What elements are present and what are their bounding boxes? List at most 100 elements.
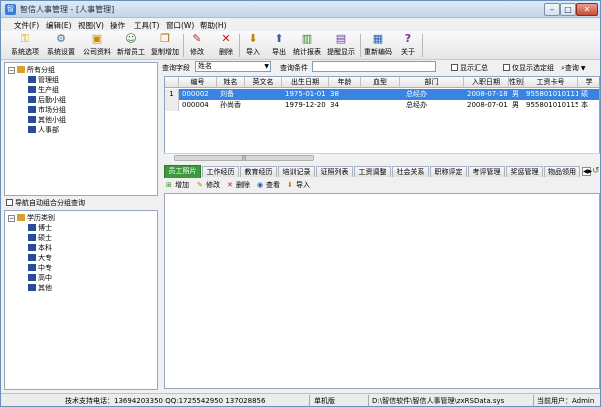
table-cell[interactable]: 硕 — [580, 89, 599, 100]
table-cell[interactable] — [247, 89, 282, 100]
grid-header-age[interactable]: 年龄 — [329, 77, 361, 88]
table-cell[interactable]: 1979-12-20 — [284, 100, 329, 111]
toolbar-delete-button[interactable]: ✕ 删除 — [214, 32, 238, 59]
table-cell[interactable]: 男 — [511, 89, 524, 100]
toolbar-system-options-button[interactable]: ⚿ 系统选项 — [9, 32, 41, 59]
grid-header-blood-type[interactable]: 血型 — [361, 77, 400, 88]
table-cell[interactable]: 000004 — [181, 100, 217, 111]
toolbar-company-info-button[interactable]: ▣ 公司资料 — [81, 32, 113, 59]
tree-item-education[interactable]: 硕士 — [28, 233, 52, 243]
table-cell[interactable]: 孙尚香 — [219, 100, 245, 111]
tabs-scroll-button[interactable]: ◀▶ — [582, 167, 592, 176]
show-summary-toggle[interactable]: 显示汇总 — [449, 63, 488, 73]
tree-item-group[interactable]: 市场分组 — [28, 105, 66, 115]
detail-delete-button[interactable]: ✕ 删除 — [227, 180, 250, 190]
toolbar-add-employee-button[interactable]: ☺ 新增员工 — [115, 32, 147, 59]
row-indicator[interactable]: 1 — [165, 89, 179, 100]
auto-group-checkbox[interactable] — [6, 199, 13, 206]
grid-header-gender[interactable]: 性别 — [509, 77, 524, 88]
toolbar-copy-add-button[interactable]: ❐ 复制增加 — [149, 32, 181, 59]
toolbar-import-button[interactable]: ⬇ 导入 — [241, 32, 265, 59]
tree-item-education[interactable]: 中专 — [28, 263, 52, 273]
tree-item-education[interactable]: 博士 — [28, 223, 52, 233]
table-cell[interactable]: 2008-07-01 — [466, 100, 509, 111]
tree-item-education[interactable]: 大专 — [28, 253, 52, 263]
table-cell[interactable] — [363, 89, 400, 100]
tab-title-evaluation[interactable]: 职称评定 — [430, 166, 467, 177]
tree-root-education[interactable]: − 学历类别 — [8, 213, 55, 223]
tab-training[interactable]: 培训记录 — [278, 166, 315, 177]
detail-view-button[interactable]: ◉ 查看 — [257, 180, 280, 190]
minimize-button[interactable]: – — [544, 3, 560, 16]
query-field-select[interactable]: 姓名 ▼ — [195, 61, 271, 72]
detail-import-button[interactable]: ⬇ 导入 — [287, 180, 310, 190]
table-cell[interactable]: 1975-01-01 — [284, 89, 329, 100]
grid-header-department[interactable]: 部门 — [400, 77, 464, 88]
menu-view[interactable]: 视图(V) — [78, 20, 104, 31]
grid-header-education[interactable]: 学 — [578, 77, 599, 88]
tab-social-relations[interactable]: 社会关系 — [392, 166, 429, 177]
query-button[interactable]: ⌕查询 ▼ — [561, 63, 585, 73]
refresh-icon[interactable]: ↺ — [592, 166, 600, 176]
scrollbar-thumb[interactable]: ||| — [174, 155, 314, 161]
grid-header-salary-card[interactable]: 工资卡号 — [524, 77, 578, 88]
grid-header-birth-date[interactable]: 出生日期 — [282, 77, 329, 88]
tab-rewards[interactable]: 奖惩管理 — [506, 166, 543, 177]
query-condition-input[interactable] — [312, 61, 436, 72]
toolbar-recode-button[interactable]: ▦ 重新编码 — [362, 32, 394, 59]
menu-edit[interactable]: 编辑(E) — [46, 20, 72, 31]
menu-file[interactable]: 文件(F) — [14, 20, 39, 31]
menu-window[interactable]: 窗口(W) — [166, 20, 194, 31]
tree-item-group[interactable]: 人事部 — [28, 125, 59, 135]
only-selected-group-toggle[interactable]: 仅显示选定组 — [501, 63, 554, 73]
collapse-icon[interactable]: − — [8, 215, 15, 222]
grid-horizontal-scrollbar[interactable]: ||| — [164, 153, 600, 162]
tab-certificates[interactable]: 证照列表 — [316, 166, 353, 177]
toolbar-system-settings-button[interactable]: ⚙ 系统设置 — [45, 32, 77, 59]
tab-salary-adjust[interactable]: 工资调整 — [354, 166, 391, 177]
grid-header-hire-date[interactable]: 入职日期 — [464, 77, 509, 88]
menu-operate[interactable]: 操作 — [110, 20, 125, 31]
table-cell[interactable] — [247, 100, 282, 111]
auto-group-query-toggle[interactable]: 导航自动组合分组查询 — [4, 198, 158, 209]
table-cell[interactable]: 34 — [329, 100, 361, 111]
table-cell[interactable]: 955801010115 — [525, 100, 578, 111]
tree-item-group[interactable]: 生产组 — [28, 85, 59, 95]
collapse-icon[interactable]: − — [8, 67, 15, 74]
row-indicator[interactable] — [165, 100, 179, 111]
table-cell[interactable] — [363, 100, 400, 111]
table-cell[interactable]: 本 — [580, 100, 599, 111]
toolbar-edit-button[interactable]: ✎ 修改 — [185, 32, 209, 59]
table-cell[interactable]: 38 — [329, 89, 361, 100]
detail-edit-button[interactable]: ✎ 修改 — [197, 180, 220, 190]
detail-add-button[interactable]: ⊞ 增加 — [166, 180, 189, 190]
maximize-button[interactable]: □ — [560, 3, 576, 16]
close-button[interactable]: ✕ — [576, 3, 598, 16]
tab-work-history[interactable]: 工作经历 — [202, 166, 239, 177]
menu-help[interactable]: 帮助(H) — [200, 20, 227, 31]
toolbar-report-button[interactable]: ▥ 统计报表 — [291, 32, 323, 59]
show-summary-checkbox[interactable] — [451, 64, 458, 71]
tree-item-education[interactable]: 本科 — [28, 243, 52, 253]
table-cell[interactable]: 955801010111 — [525, 89, 578, 100]
tree-root-all-groups[interactable]: − 所有分组 — [8, 65, 55, 75]
tree-item-group[interactable]: 其他小组 — [28, 115, 66, 125]
grid-header-id[interactable]: 编号 — [179, 77, 217, 88]
table-cell[interactable]: 总经办 — [405, 89, 464, 100]
tab-photo[interactable]: 员工照片 — [164, 165, 201, 178]
grid-header-name[interactable]: 姓名 — [217, 77, 245, 88]
tree-item-education[interactable]: 其他 — [28, 283, 52, 293]
tab-appraisal[interactable]: 考评管理 — [468, 166, 505, 177]
toolbar-reminder-button[interactable]: ▤ 提醒显示 — [324, 32, 358, 59]
tree-item-group[interactable]: 管理组 — [28, 75, 59, 85]
tree-item-education[interactable]: 高中 — [28, 273, 52, 283]
table-cell[interactable]: 刘备 — [219, 89, 245, 100]
table-cell[interactable]: 2008-07-18 — [466, 89, 509, 100]
toolbar-export-button[interactable]: ⬆ 导出 — [267, 32, 291, 59]
table-cell[interactable]: 000002 — [181, 89, 217, 100]
table-cell[interactable]: 男 — [511, 100, 524, 111]
toolbar-about-button[interactable]: ? 关于 — [397, 32, 419, 59]
tree-item-group[interactable]: 后勤小组 — [28, 95, 66, 105]
only-selected-group-checkbox[interactable] — [503, 64, 510, 71]
menu-tools[interactable]: 工具(T) — [134, 20, 159, 31]
